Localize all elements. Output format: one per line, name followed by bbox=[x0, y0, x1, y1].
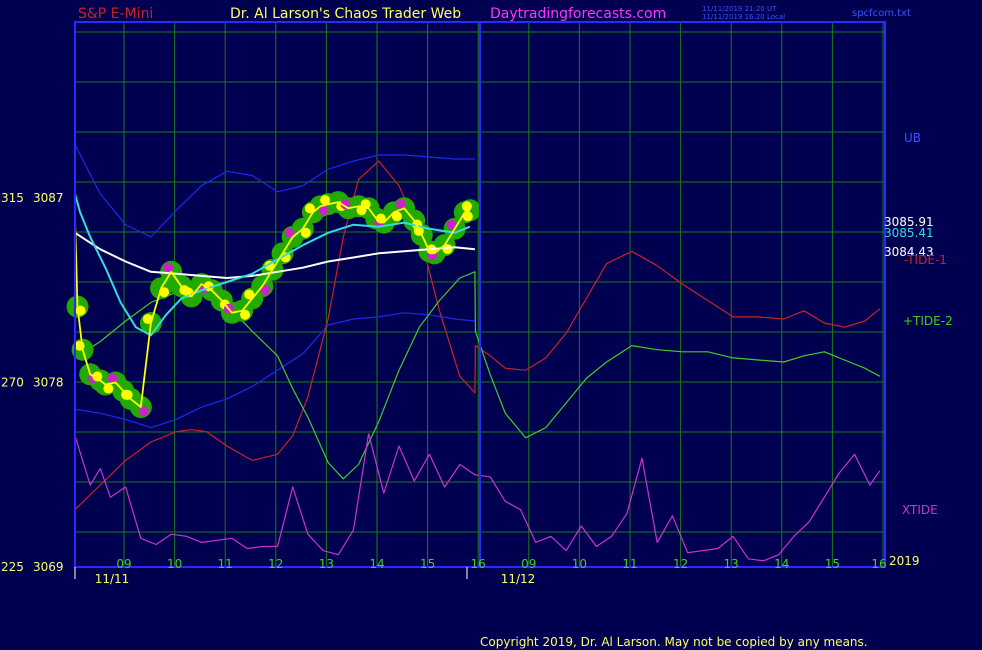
x-tick-label: 14 bbox=[369, 557, 384, 571]
y-axis-value: 3069 bbox=[33, 560, 64, 574]
x-tick-label: 11 bbox=[218, 557, 233, 571]
y-axis-value: 3078 bbox=[33, 376, 64, 390]
chart-symbol: S&P E-Mini bbox=[78, 6, 153, 22]
x-tick-label: 11 bbox=[622, 557, 637, 571]
y-axis-value: 3087 bbox=[33, 191, 64, 205]
x-tick-label: 10 bbox=[167, 557, 182, 571]
chart-site: Daytradingforecasts.com bbox=[490, 6, 666, 22]
axis-labels: 315 3087270 3078225 3069 09 10 11 12 13 14 15 16 09 1… bbox=[1, 131, 953, 586]
date-label: 11/12 bbox=[501, 572, 536, 586]
file-name: spcfcom.txt bbox=[852, 8, 911, 19]
x-tick-label: 12 bbox=[268, 557, 283, 571]
y-axis-label: 315 bbox=[1, 191, 24, 205]
x-tick-label: 09 bbox=[521, 557, 536, 571]
copyright: Copyright 2019, Dr. Al Larson. May not b… bbox=[480, 635, 868, 649]
time-ut: 11/11/2019 21:20 UT bbox=[702, 5, 777, 13]
x-tick-label: 13 bbox=[724, 557, 739, 571]
year-label: 2019 bbox=[889, 554, 920, 568]
chart-author: Dr. Al Larson's Chaos Trader Web bbox=[230, 6, 461, 22]
xtide-line bbox=[74, 433, 881, 562]
label-ub: UB bbox=[904, 131, 921, 145]
label-tide1: -TIDE-1 bbox=[904, 253, 947, 267]
x-tick-label: 15 bbox=[420, 557, 435, 571]
label-tide2: +TIDE-2 bbox=[903, 314, 953, 328]
price-marker bbox=[461, 201, 472, 212]
price-line bbox=[74, 201, 471, 409]
x-tick-label: 15 bbox=[825, 557, 840, 571]
x-tick-label: 10 bbox=[572, 557, 587, 571]
x-tick-label: 12 bbox=[673, 557, 688, 571]
price-readout: 3085.41 bbox=[884, 226, 934, 240]
y-axis-label: 270 bbox=[1, 376, 24, 390]
label-xtide: XTIDE bbox=[902, 503, 938, 517]
x-tick-label: 09 bbox=[116, 557, 131, 571]
series-layer bbox=[66, 144, 881, 562]
x-tick-label: 14 bbox=[774, 557, 789, 571]
time-local: 11/11/2019 16:20 Local bbox=[702, 13, 785, 21]
chart-canvas: S&P E-Mini Dr. Al Larson's Chaos Trader … bbox=[1, 5, 953, 649]
y-axis-label: 225 bbox=[1, 560, 24, 574]
x-tick-label: 13 bbox=[319, 557, 334, 571]
x-tick-label: 16 bbox=[871, 557, 886, 571]
x-tick-label: 16 bbox=[471, 557, 486, 571]
date-label: 11/11 bbox=[95, 572, 130, 586]
